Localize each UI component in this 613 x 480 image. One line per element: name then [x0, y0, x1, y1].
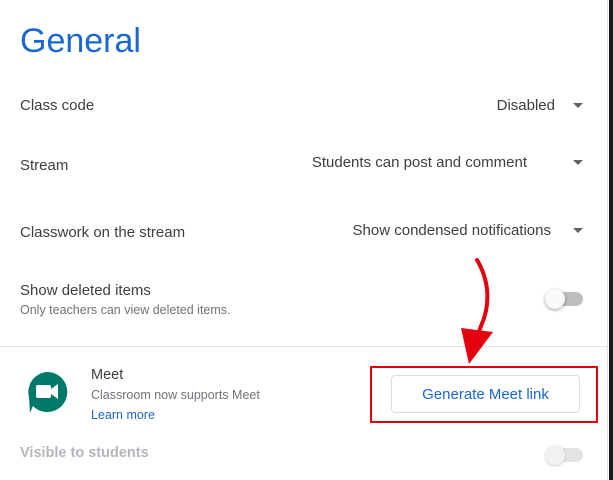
class-code-value: Disabled [496, 97, 555, 114]
annotation-arrow-icon [461, 258, 493, 364]
caret-down-icon [573, 160, 583, 165]
class-code-label: Class code [20, 97, 95, 114]
deleted-items-sub: Only teachers can view deleted items. [20, 303, 231, 317]
visible-to-students-toggle[interactable] [545, 445, 583, 465]
deleted-items-label: Show deleted items [20, 282, 151, 299]
stream-value: Students can post and comment [311, 154, 527, 171]
caret-down-icon [573, 228, 583, 233]
section-title: General [20, 22, 141, 60]
toggle-knob [545, 445, 565, 465]
stream-label: Stream [20, 157, 69, 174]
deleted-items-toggle[interactable] [545, 289, 583, 309]
toggle-knob [545, 289, 565, 309]
learn-more-link[interactable]: Learn more [91, 408, 155, 422]
classwork-label: Classwork on the stream [20, 224, 186, 241]
meet-logo-icon [28, 371, 68, 413]
meet-title: Meet [91, 367, 124, 383]
caret-down-icon [573, 103, 583, 108]
window-edge [609, 0, 613, 480]
visible-to-students-label: Visible to students [20, 445, 149, 461]
classwork-value: Show condensed notifications [352, 222, 551, 239]
generate-meet-link-button[interactable]: Generate Meet link [391, 375, 580, 413]
meet-subtitle: Classroom now supports Meet [91, 388, 260, 402]
stream-dropdown[interactable]: Students can post and comment [312, 154, 583, 171]
divider [0, 346, 607, 347]
classwork-dropdown[interactable]: Show condensed notifications [353, 222, 583, 239]
class-code-dropdown[interactable]: Disabled [497, 97, 583, 114]
